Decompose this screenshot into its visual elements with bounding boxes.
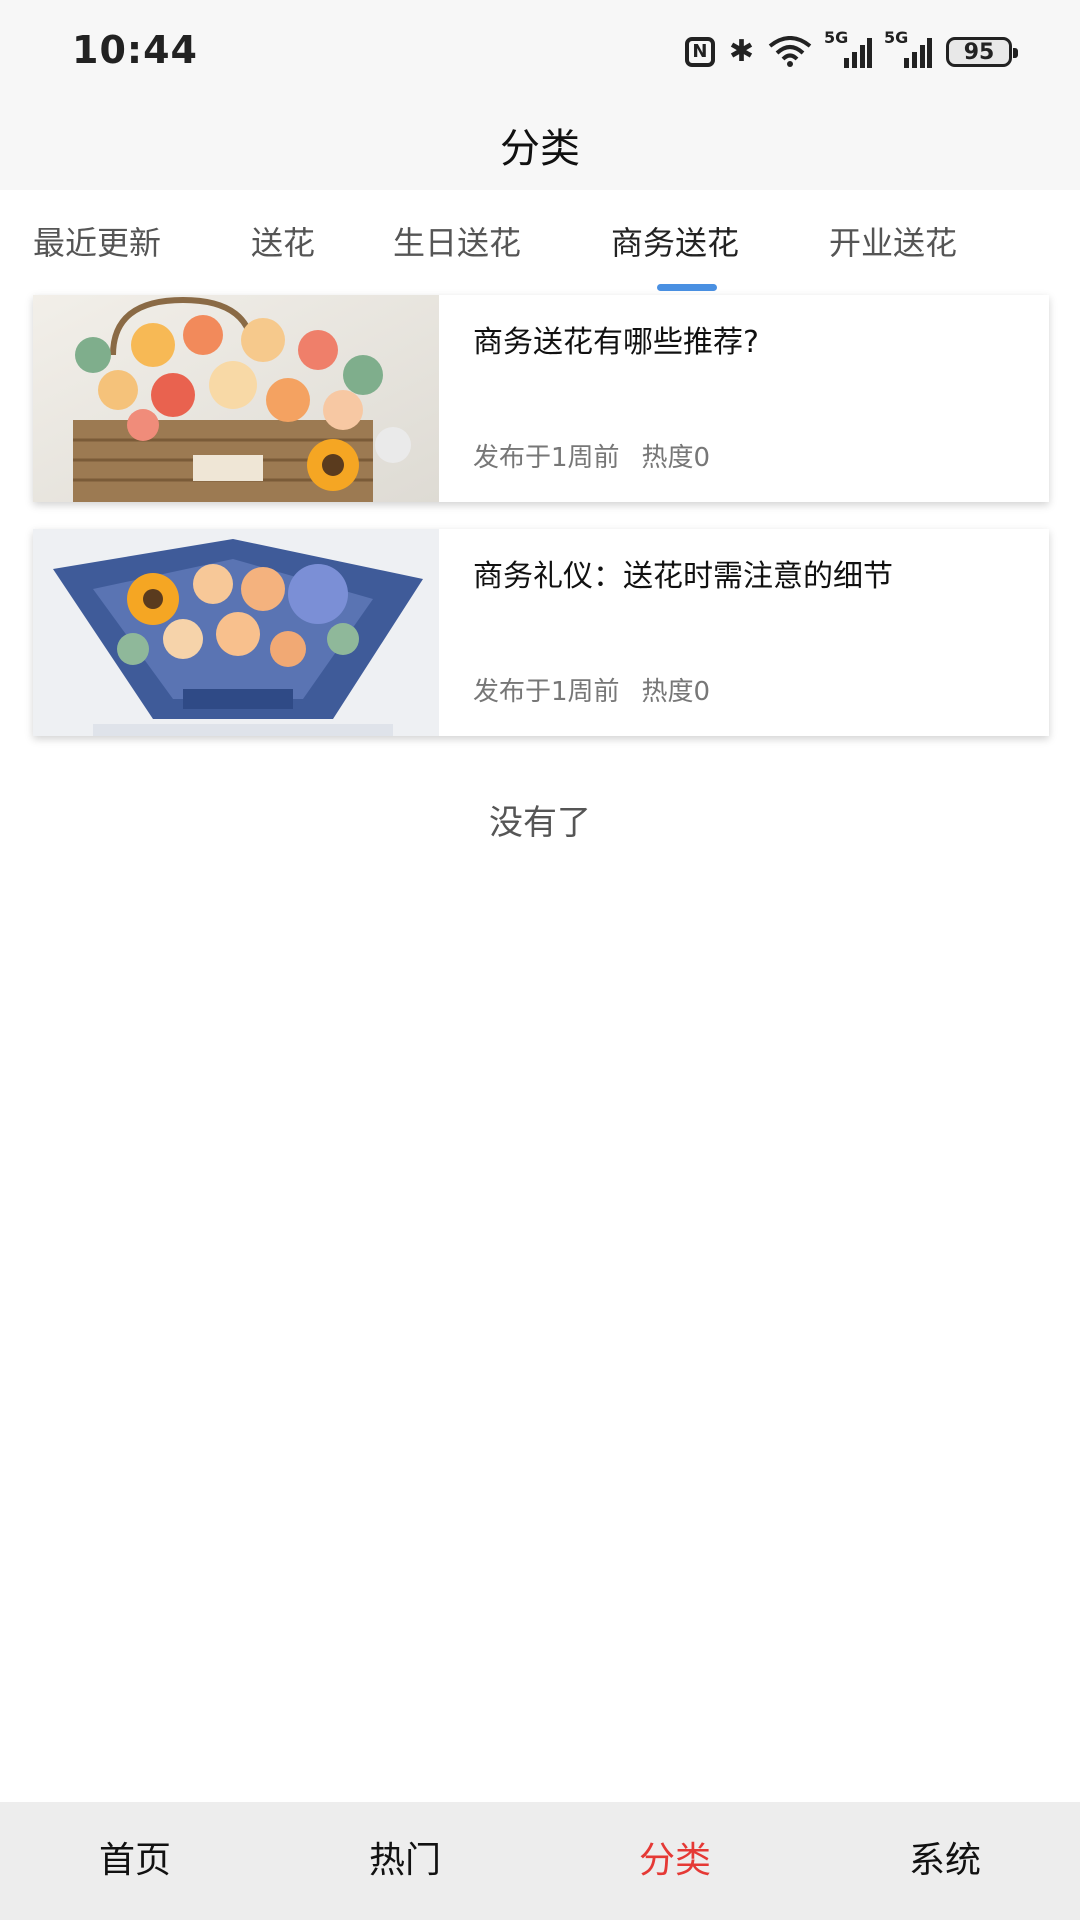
nav-hot[interactable]: 热门 xyxy=(270,1802,540,1920)
network-type-label: 5G xyxy=(884,28,909,47)
tab-send-flowers[interactable]: 送花 xyxy=(251,218,315,264)
bottom-nav: 首页 热门 分类 系统 xyxy=(0,1802,1080,1920)
article-thumbnail xyxy=(33,295,439,502)
battery-level: 95 xyxy=(963,39,995,65)
article-thumbnail xyxy=(33,529,439,736)
heat-count: 热度0 xyxy=(641,443,711,473)
bluetooth-icon: ✱ xyxy=(728,34,754,69)
article-title[interactable]: 商务送花有哪些推荐? xyxy=(473,317,759,361)
active-tab-indicator xyxy=(657,284,717,291)
title-bar: 分类 xyxy=(0,100,1080,190)
battery-icon: 95 xyxy=(946,37,1018,67)
nfc-icon: N xyxy=(684,37,715,67)
article-meta: 发布于1周前 热度0 xyxy=(473,671,710,708)
nav-category[interactable]: 分类 xyxy=(540,1802,810,1920)
category-tabs: 最近更新 送花 生日送花 商务送花 开业送花 xyxy=(0,190,1080,300)
nav-home[interactable]: 首页 xyxy=(0,1802,270,1920)
status-time: 10:44 xyxy=(72,28,198,72)
tab-opening-flowers[interactable]: 开业送花 xyxy=(829,218,957,264)
status-bar: 10:44 N ✱ 5G 5G 95 xyxy=(0,0,1080,100)
list-end-text: 没有了 xyxy=(489,803,591,843)
nav-system[interactable]: 系统 xyxy=(810,1802,1080,1920)
article-card[interactable]: 商务礼仪：送花时需注意的细节 发布于1周前 热度0 xyxy=(33,529,1049,736)
article-title[interactable]: 商务礼仪：送花时需注意的细节 xyxy=(473,551,893,595)
tab-recent[interactable]: 最近更新 xyxy=(33,218,161,264)
article-card[interactable]: 商务送花有哪些推荐? 发布于1周前 热度0 xyxy=(33,295,1049,502)
tab-business-flowers[interactable]: 商务送花 xyxy=(611,218,739,264)
signal-icon: 5G xyxy=(884,28,932,68)
wifi-icon xyxy=(768,36,812,68)
network-type-label: 5G xyxy=(824,28,849,47)
tab-birthday-flowers[interactable]: 生日送花 xyxy=(393,218,521,264)
heat-count: 热度0 xyxy=(641,677,711,707)
status-icons: N ✱ 5G 5G 95 xyxy=(684,28,1018,70)
publish-time: 发布于1周前 xyxy=(473,443,620,473)
article-meta: 发布于1周前 热度0 xyxy=(473,437,710,474)
page-title: 分类 xyxy=(500,126,580,172)
signal-icon: 5G xyxy=(824,28,872,68)
publish-time: 发布于1周前 xyxy=(473,677,620,707)
